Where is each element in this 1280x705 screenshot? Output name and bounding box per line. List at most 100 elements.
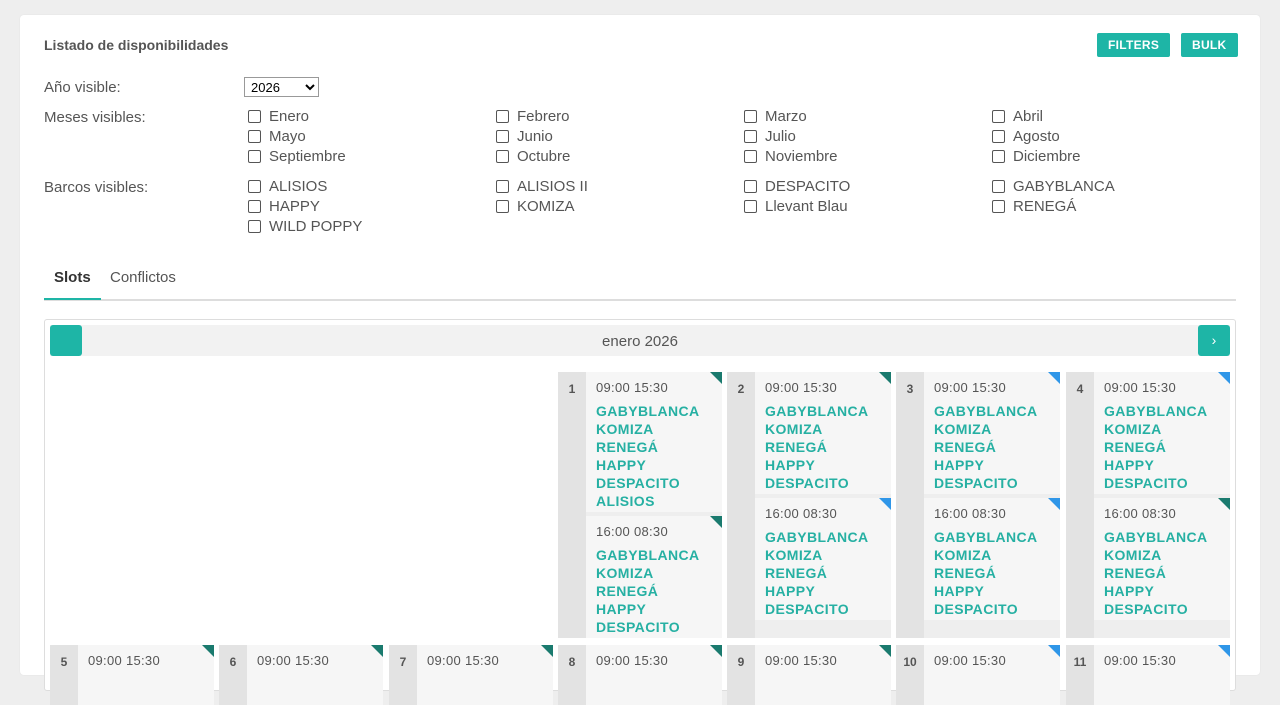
- calendar-day[interactable]: 6 09:00 15:30: [219, 645, 383, 705]
- month-checkbox[interactable]: Febrero: [496, 108, 570, 125]
- calendar-day[interactable]: 2 09:00 15:30 GABYBLANCA KOMIZA RENEGÁ HAPPY D…: [727, 372, 891, 638]
- boat-checkbox[interactable]: HAPPY: [248, 198, 320, 215]
- time-slot[interactable]: 09:00 15:30: [755, 645, 891, 705]
- boat-checkbox[interactable]: GABYBLANCA: [992, 178, 1115, 195]
- time-slot[interactable]: 16:00 08:30 GABYBLANCA KOMIZA RENEGÁ HAPPY DE…: [924, 498, 1060, 620]
- next-month-button[interactable]: ›: [1198, 325, 1230, 356]
- slot-boat-name[interactable]: HAPPY: [1104, 582, 1208, 600]
- tab-slots[interactable]: Slots: [44, 269, 101, 300]
- slot-boat-name[interactable]: RENEGÁ: [765, 438, 869, 456]
- checkbox-box[interactable]: [992, 130, 1005, 143]
- checkbox-box[interactable]: [744, 130, 757, 143]
- checkbox-box[interactable]: [248, 200, 261, 213]
- checkbox-box[interactable]: [248, 150, 261, 163]
- slot-boat-name[interactable]: GABYBLANCA: [596, 402, 700, 420]
- time-slot[interactable]: 09:00 15:30: [417, 645, 553, 705]
- slot-boat-name[interactable]: KOMIZA: [596, 564, 700, 582]
- slot-boat-name[interactable]: DESPACITO: [1104, 474, 1208, 492]
- slot-boat-name[interactable]: DESPACITO: [596, 618, 700, 636]
- checkbox-box[interactable]: [248, 110, 261, 123]
- time-slot[interactable]: 09:00 15:30: [78, 645, 214, 705]
- time-slot[interactable]: 09:00 15:30 GABYBLANCA KOMIZA RENEGÁ HAPPY DE…: [1094, 372, 1230, 494]
- slot-boat-name[interactable]: KOMIZA: [1104, 546, 1208, 564]
- filters-button[interactable]: FILTERS: [1097, 33, 1171, 57]
- slot-boat-name[interactable]: KOMIZA: [765, 420, 869, 438]
- bulk-button[interactable]: BULK: [1181, 33, 1238, 57]
- checkbox-box[interactable]: [248, 220, 261, 233]
- calendar-day[interactable]: 10 09:00 15:30: [896, 645, 1060, 705]
- slot-boat-name[interactable]: KOMIZA: [596, 420, 700, 438]
- calendar-day[interactable]: 4 09:00 15:30 GABYBLANCA KOMIZA RENEGÁ HAPPY D…: [1066, 372, 1230, 638]
- slot-boat-name[interactable]: RENEGÁ: [934, 438, 1038, 456]
- boat-checkbox[interactable]: RENEGÁ: [992, 198, 1076, 215]
- slot-boat-name[interactable]: GABYBLANCA: [1104, 528, 1208, 546]
- month-checkbox[interactable]: Enero: [248, 108, 309, 125]
- calendar-day[interactable]: 8 09:00 15:30: [558, 645, 722, 705]
- slot-boat-name[interactable]: RENEGÁ: [596, 438, 700, 456]
- month-checkbox[interactable]: Julio: [744, 128, 796, 145]
- month-checkbox[interactable]: Octubre: [496, 148, 570, 165]
- checkbox-box[interactable]: [496, 200, 509, 213]
- slot-boat-name[interactable]: ALISIOS: [596, 492, 700, 510]
- slot-boat-name[interactable]: DESPACITO: [765, 600, 869, 618]
- time-slot[interactable]: 16:00 08:30 GABYBLANCA KOMIZA RENEGÁ HAPPY DE…: [586, 516, 722, 638]
- slot-boat-name[interactable]: RENEGÁ: [1104, 564, 1208, 582]
- calendar-day[interactable]: 9 09:00 15:30: [727, 645, 891, 705]
- slot-boat-name[interactable]: GABYBLANCA: [934, 528, 1038, 546]
- slot-boat-name[interactable]: GABYBLANCA: [765, 528, 869, 546]
- slot-boat-name[interactable]: RENEGÁ: [1104, 438, 1208, 456]
- slot-boat-name[interactable]: DESPACITO: [765, 474, 869, 492]
- time-slot[interactable]: 09:00 15:30: [247, 645, 383, 705]
- time-slot[interactable]: 09:00 15:30 GABYBLANCA KOMIZA RENEGÁ HAPPY DE…: [586, 372, 722, 512]
- slot-boat-name[interactable]: KOMIZA: [934, 546, 1038, 564]
- month-checkbox[interactable]: Septiembre: [248, 148, 346, 165]
- slot-boat-name[interactable]: DESPACITO: [1104, 600, 1208, 618]
- calendar-day[interactable]: 3 09:00 15:30 GABYBLANCA KOMIZA RENEGÁ HAPPY D…: [896, 372, 1060, 638]
- checkbox-box[interactable]: [992, 200, 1005, 213]
- month-checkbox[interactable]: Diciembre: [992, 148, 1081, 165]
- checkbox-box[interactable]: [248, 180, 261, 193]
- slot-boat-name[interactable]: HAPPY: [765, 582, 869, 600]
- slot-boat-name[interactable]: DESPACITO: [934, 474, 1038, 492]
- month-checkbox[interactable]: Agosto: [992, 128, 1060, 145]
- boat-checkbox[interactable]: ALISIOS II: [496, 178, 588, 195]
- checkbox-box[interactable]: [744, 200, 757, 213]
- month-checkbox[interactable]: Noviembre: [744, 148, 838, 165]
- calendar-day[interactable]: 7 09:00 15:30: [389, 645, 553, 705]
- slot-boat-name[interactable]: HAPPY: [596, 600, 700, 618]
- time-slot[interactable]: 09:00 15:30: [586, 645, 722, 705]
- calendar-day[interactable]: 11 09:00 15:30: [1066, 645, 1230, 705]
- slot-boat-name[interactable]: HAPPY: [765, 456, 869, 474]
- checkbox-box[interactable]: [496, 150, 509, 163]
- boat-checkbox[interactable]: ALISIOS: [248, 178, 327, 195]
- checkbox-box[interactable]: [992, 180, 1005, 193]
- slot-boat-name[interactable]: HAPPY: [934, 456, 1038, 474]
- checkbox-box[interactable]: [744, 180, 757, 193]
- boat-checkbox[interactable]: Llevant Blau: [744, 198, 848, 215]
- slot-boat-name[interactable]: GABYBLANCA: [1104, 402, 1208, 420]
- time-slot[interactable]: 16:00 08:30 GABYBLANCA KOMIZA RENEGÁ HAPPY DE…: [1094, 498, 1230, 620]
- slot-boat-name[interactable]: DESPACITO: [934, 600, 1038, 618]
- time-slot[interactable]: 09:00 15:30: [924, 645, 1060, 705]
- checkbox-box[interactable]: [496, 130, 509, 143]
- time-slot[interactable]: 16:00 08:30 GABYBLANCA KOMIZA RENEGÁ HAPPY DE…: [755, 498, 891, 620]
- slot-boat-name[interactable]: HAPPY: [596, 456, 700, 474]
- slot-boat-name[interactable]: GABYBLANCA: [596, 546, 700, 564]
- calendar-day[interactable]: 5 09:00 15:30: [50, 645, 214, 705]
- checkbox-box[interactable]: [744, 110, 757, 123]
- time-slot[interactable]: 09:00 15:30: [1094, 645, 1230, 705]
- slot-boat-name[interactable]: HAPPY: [1104, 456, 1208, 474]
- slot-boat-name[interactable]: KOMIZA: [765, 546, 869, 564]
- slot-boat-name[interactable]: GABYBLANCA: [934, 402, 1038, 420]
- slot-boat-name[interactable]: RENEGÁ: [596, 582, 700, 600]
- year-select[interactable]: 2026: [244, 77, 319, 97]
- month-checkbox[interactable]: Abril: [992, 108, 1043, 125]
- checkbox-box[interactable]: [992, 110, 1005, 123]
- calendar-day[interactable]: 1 09:00 15:30 GABYBLANCA KOMIZA RENEGÁ HAPPY D…: [558, 372, 722, 638]
- slot-boat-name[interactable]: HAPPY: [934, 582, 1038, 600]
- month-checkbox[interactable]: Marzo: [744, 108, 807, 125]
- slot-boat-name[interactable]: GABYBLANCA: [765, 402, 869, 420]
- checkbox-box[interactable]: [744, 150, 757, 163]
- month-checkbox[interactable]: Mayo: [248, 128, 306, 145]
- month-checkbox[interactable]: Junio: [496, 128, 553, 145]
